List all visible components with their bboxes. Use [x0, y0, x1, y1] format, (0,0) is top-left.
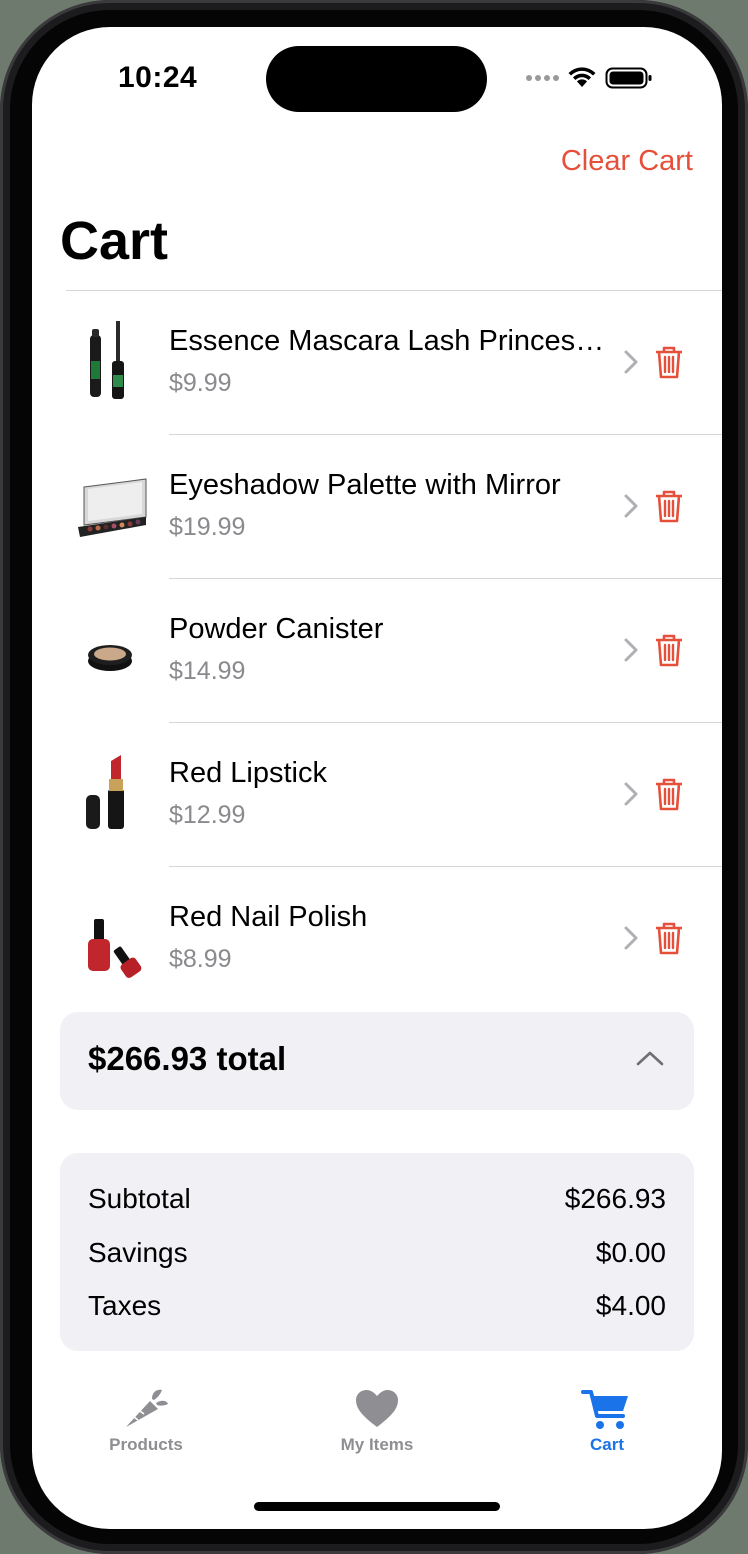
- total-disclosure[interactable]: $266.93 total: [60, 1012, 694, 1110]
- tab-label: Products: [109, 1435, 183, 1454]
- cart-item-row[interactable]: Eyeshadow Palette with Mirror $19.99: [32, 435, 722, 579]
- dynamic-island: [266, 46, 487, 112]
- trash-icon[interactable]: [654, 489, 684, 523]
- price-summary: Subtotal $266.93 Savings $0.00 Taxes $4.…: [60, 1153, 694, 1351]
- cart-item-name: Powder Canister: [169, 613, 384, 645]
- status-time: 10:24: [118, 61, 198, 94]
- cart-item-name: Essence Mascara Lash Princess False Lash…: [169, 325, 609, 357]
- summary-value: $0.00: [595, 1237, 666, 1268]
- lipstick-thumbnail: [86, 755, 124, 829]
- cart-item-name: Red Nail Polish: [169, 901, 368, 933]
- powder-canister-thumbnail: [88, 645, 132, 671]
- chevron-up-icon[interactable]: [636, 1050, 664, 1066]
- summary-label: Subtotal: [88, 1183, 191, 1214]
- heart-icon: [356, 1390, 398, 1427]
- trash-icon[interactable]: [654, 777, 684, 811]
- summary-label: Taxes: [88, 1290, 162, 1321]
- mascara-thumbnail: [90, 321, 124, 399]
- clear-cart-button[interactable]: Clear Cart: [561, 145, 693, 178]
- cart-item-price: $9.99: [169, 369, 232, 397]
- page-title: Cart: [60, 211, 169, 271]
- tab-products[interactable]: Products: [46, 1387, 246, 1477]
- taxes-row: Taxes $4.00: [88, 1290, 666, 1324]
- status-icons: [526, 65, 653, 91]
- order-total: $266.93 total: [88, 1040, 287, 1077]
- eyeshadow-palette-thumbnail: [78, 478, 147, 537]
- chevron-right-icon: [624, 782, 638, 806]
- cart-item-row[interactable]: Essence Mascara Lash Princess False Lash…: [32, 291, 722, 435]
- savings-row: Savings $0.00: [88, 1237, 666, 1271]
- chevron-right-icon: [624, 926, 638, 950]
- tab-label: My Items: [340, 1435, 414, 1454]
- nail-polish-thumbnail: [88, 919, 142, 978]
- summary-value: $266.93: [564, 1183, 666, 1214]
- cart-item-price: $12.99: [169, 801, 246, 829]
- cart-item-row[interactable]: Red Nail Polish $8.99: [32, 867, 722, 1011]
- tab-bar: Products My Items Cart: [32, 1377, 722, 1487]
- wifi-icon: [568, 67, 596, 87]
- cart-item-name: Eyeshadow Palette with Mirror: [169, 469, 561, 501]
- cellular-signal-icon: [526, 75, 559, 81]
- cart-item-price: $14.99: [169, 657, 246, 685]
- summary-label: Savings: [88, 1237, 188, 1268]
- cart-item-name: Red Lipstick: [169, 757, 327, 789]
- battery-icon: [605, 67, 652, 89]
- tab-cart[interactable]: Cart: [507, 1387, 707, 1477]
- trash-icon[interactable]: [654, 633, 684, 667]
- cart-item-price: $8.99: [169, 945, 232, 973]
- chevron-right-icon: [624, 494, 638, 518]
- trash-icon[interactable]: [654, 921, 684, 955]
- chevron-right-icon: [624, 350, 638, 374]
- chevron-right-icon: [624, 638, 638, 662]
- tab-my-items[interactable]: My Items: [277, 1387, 477, 1477]
- tab-label: Cart: [589, 1435, 624, 1454]
- screen: 10:24 Clear Cart Cart Essence Mascara La…: [32, 27, 722, 1529]
- cart-item-price: $19.99: [169, 513, 246, 541]
- cart-item-row[interactable]: Red Lipstick $12.99: [32, 723, 722, 867]
- subtotal-row: Subtotal $266.93: [88, 1183, 666, 1217]
- cart-item-row[interactable]: Powder Canister $14.99: [32, 579, 722, 723]
- cart-icon: [581, 1390, 628, 1429]
- trash-icon[interactable]: [654, 345, 684, 379]
- carrot-icon: [126, 1389, 168, 1427]
- summary-value: $4.00: [595, 1290, 666, 1321]
- home-indicator[interactable]: [254, 1502, 500, 1511]
